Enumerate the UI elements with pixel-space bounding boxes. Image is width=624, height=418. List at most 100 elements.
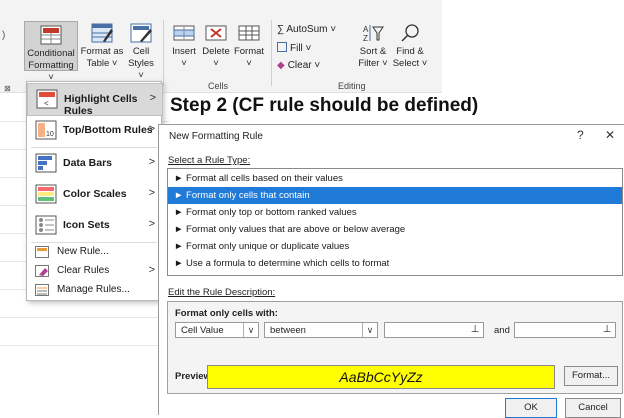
cell-styles-label-2: Styles ˅: [128, 58, 154, 81]
highlight-cells-icon: <: [36, 89, 58, 112]
cell-styles-label-1: Cell: [132, 46, 150, 57]
range-start-input[interactable]: ⊥: [384, 322, 484, 338]
magnifier-icon: [399, 23, 421, 43]
launcher-icon[interactable]: ⊠: [4, 84, 11, 93]
rule-type-item[interactable]: ► Format only top or bottom ranked value…: [168, 204, 622, 221]
help-button[interactable]: ?: [577, 128, 584, 142]
operator-dropdown[interactable]: between ∨: [264, 322, 378, 338]
find-select-button[interactable]: Find & Select ˅: [392, 23, 428, 69]
delete-cells-icon: [205, 23, 227, 43]
format-as-table-button[interactable]: Format as Table ˅: [80, 23, 124, 69]
insert-label-2: ˅: [181, 58, 187, 69]
chevron-down-icon: ∨: [243, 323, 258, 337]
clear-button[interactable]: ◆ Clear ˅: [277, 60, 320, 71]
color-scales-icon: [35, 184, 57, 207]
condition-value: Cell Value: [181, 325, 224, 336]
menu-item-data-bars[interactable]: Data Bars >: [27, 148, 161, 179]
cell-styles-icon: [130, 23, 152, 43]
format-button[interactable]: Format ˅: [232, 23, 266, 69]
conditional-formatting-menu: < Highlight Cells Rules > 10 Top/Bottom …: [26, 81, 163, 301]
menu-item-manage-rules[interactable]: Manage Rules...: [27, 281, 161, 299]
fill-label: Fill ˅: [290, 43, 312, 54]
chevron-right-icon: >: [148, 218, 155, 230]
menu-item-clear-rules[interactable]: Clear Rules >: [27, 262, 161, 280]
grid-line: [0, 317, 170, 318]
chevron-right-icon: >: [148, 264, 155, 276]
fill-button[interactable]: Fill ˅: [277, 42, 311, 54]
conditional-formatting-button[interactable]: Conditional Formatting ˅: [24, 21, 78, 83]
menu-item-highlight-cells-rules[interactable]: < Highlight Cells Rules >: [27, 83, 163, 117]
close-button[interactable]: ✕: [605, 128, 615, 142]
menu-item-label: Manage Rules...: [57, 284, 130, 295]
menu-item-icon-sets[interactable]: Icon Sets >: [27, 210, 161, 241]
menu-item-top-bottom-rules[interactable]: 10 Top/Bottom Rules >: [27, 115, 161, 146]
find-select-label-2: Select ˅: [392, 58, 428, 69]
menu-item-label: Icon Sets: [63, 219, 110, 231]
manage-rules-icon: [35, 284, 49, 299]
svg-text:A: A: [363, 25, 369, 34]
preview-box: AaBbCcYyZz: [207, 365, 555, 389]
ribbon-separator: [163, 20, 164, 86]
sort-filter-label-2: Filter ˅: [358, 58, 388, 69]
ok-button[interactable]: OK: [505, 398, 557, 418]
rule-type-item-selected[interactable]: ► Format only cells that contain: [168, 187, 622, 204]
chevron-right-icon: >: [148, 123, 155, 135]
step-heading: Step 2 (CF rule should be defined): [170, 95, 479, 116]
grid-line: [0, 345, 170, 346]
condition-dropdown[interactable]: Cell Value ∨: [175, 322, 259, 338]
cells-group-label: Cells: [208, 81, 229, 91]
eraser-icon: ◆: [277, 60, 285, 71]
sort-filter-icon: AZ: [362, 23, 384, 43]
autosum-button[interactable]: ∑ AutoSum ˅: [277, 24, 336, 35]
range-end-input[interactable]: ⊥: [514, 322, 616, 338]
edit-description-label: Edit the Rule Description:: [168, 287, 276, 298]
operator-value: between: [270, 325, 306, 336]
format-button[interactable]: Format...: [564, 366, 618, 386]
new-formatting-rule-dialog: New Formatting Rule ? ✕ Select a Rule Ty…: [158, 124, 624, 418]
top-bottom-icon: 10: [35, 120, 57, 143]
format-label-1: Format: [233, 46, 265, 57]
range-select-icon[interactable]: ⊥: [600, 324, 614, 336]
delete-label-1: Delete: [202, 46, 230, 57]
chevron-right-icon: >: [148, 187, 155, 199]
clear-label: Clear ˅: [287, 60, 321, 71]
chevron-right-icon: >: [148, 156, 155, 168]
chevron-right-icon: >: [149, 92, 156, 104]
format-cells-icon: [238, 23, 260, 43]
insert-label-1: Insert: [172, 46, 196, 57]
and-label: and: [494, 325, 510, 336]
conditional-formatting-label-1: Conditional: [27, 48, 75, 59]
menu-item-label: Color Scales: [63, 188, 127, 200]
eraser-icon: [35, 265, 49, 280]
range-select-icon[interactable]: ⊥: [468, 324, 482, 336]
dialog-title: New Formatting Rule: [169, 131, 263, 142]
rule-type-list[interactable]: ► Format all cells based on their values…: [167, 168, 623, 276]
delete-button[interactable]: Delete ˅: [200, 23, 232, 69]
delete-label-2: ˅: [213, 58, 219, 69]
editing-group-label: Editing: [338, 81, 366, 91]
ribbon-separator: [271, 20, 272, 86]
sort-filter-label-1: Sort &: [359, 46, 387, 57]
menu-item-label: Data Bars: [63, 157, 113, 169]
format-only-cells-label: Format only cells with:: [175, 308, 278, 319]
conditional-formatting-icon: [40, 25, 62, 45]
cancel-button[interactable]: Cancel: [565, 398, 621, 418]
rule-type-item[interactable]: ► Format only values that are above or b…: [168, 221, 622, 238]
menu-item-label: Clear Rules: [57, 265, 110, 276]
format-as-table-label-1: Format as: [80, 46, 124, 57]
rule-type-item[interactable]: ► Format only unique or duplicate values: [168, 238, 622, 255]
format-as-table-icon: [91, 23, 113, 43]
insert-button[interactable]: Insert ˅: [168, 23, 200, 69]
menu-item-new-rule[interactable]: New Rule...: [27, 243, 161, 261]
new-rule-icon: [35, 246, 49, 261]
sort-filter-button[interactable]: AZ Sort & Filter ˅: [355, 23, 391, 69]
rule-type-item[interactable]: ► Format all cells based on their values: [168, 170, 622, 187]
cell-styles-button[interactable]: Cell Styles ˅: [124, 23, 158, 81]
rule-type-item[interactable]: ► Use a formula to determine which cells…: [168, 255, 622, 272]
svg-text:10: 10: [46, 131, 54, 138]
ribbon: ) ⊠ Conditional Formatting ˅ Format as T…: [0, 0, 442, 93]
fill-icon: [277, 42, 287, 52]
icon-sets-icon: [35, 215, 57, 238]
insert-cells-icon: [173, 23, 195, 43]
menu-item-color-scales[interactable]: Color Scales >: [27, 179, 161, 210]
